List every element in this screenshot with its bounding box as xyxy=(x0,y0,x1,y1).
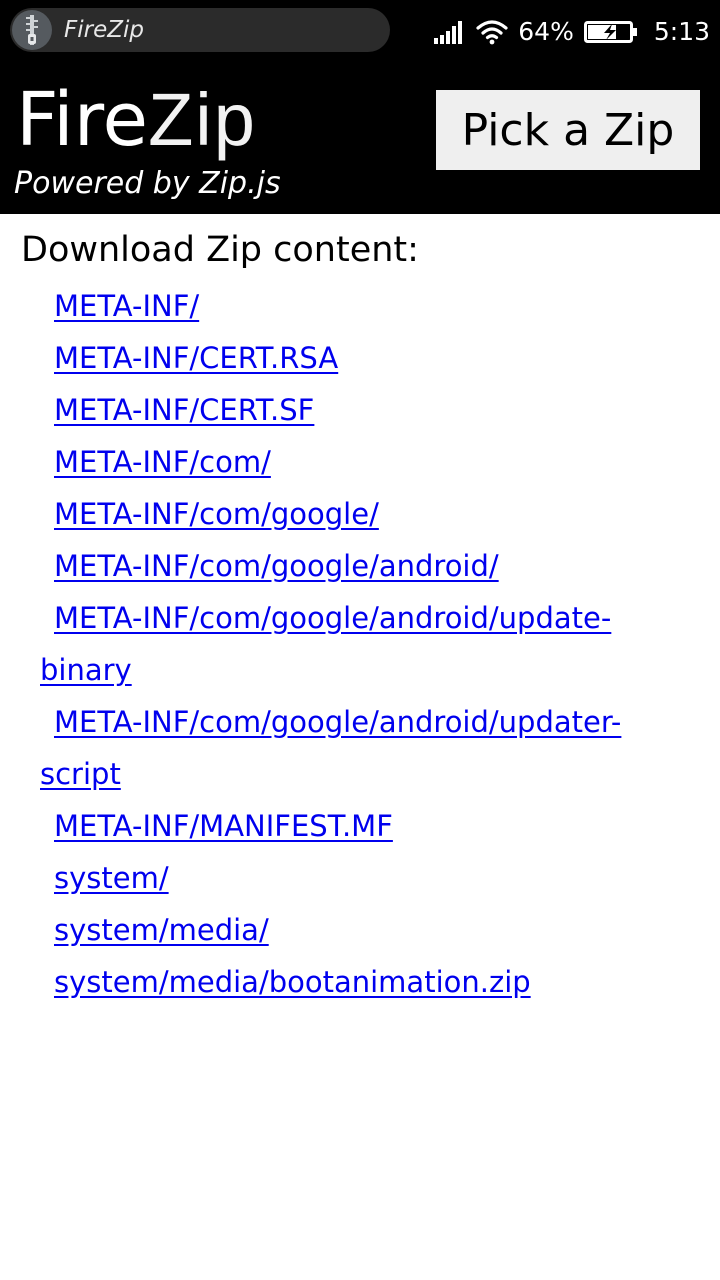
list-item: META-INF/com/google/android/updater-scri… xyxy=(40,696,670,800)
file-link[interactable]: META-INF/com/google/ xyxy=(54,497,379,531)
list-item: META-INF/com/ xyxy=(40,436,670,488)
file-link[interactable]: META-INF/ xyxy=(54,289,199,323)
list-item: META-INF/CERT.SF xyxy=(40,384,670,436)
logo-zip-text: Zip xyxy=(148,78,257,161)
app-logo: FireZip xyxy=(16,78,257,162)
list-item: system/ xyxy=(40,852,670,904)
status-bar: FireZip 64% 5:13 xyxy=(0,0,720,64)
pick-zip-button[interactable]: Pick a Zip xyxy=(436,90,700,170)
zipper-icon xyxy=(12,10,52,50)
file-link[interactable]: META-INF/com/ xyxy=(54,445,271,479)
clock: 5:13 xyxy=(653,17,710,46)
battery-icon xyxy=(583,21,637,43)
file-list: META-INF/ META-INF/CERT.RSA META-INF/CER… xyxy=(40,280,670,1008)
app-header: FireZip Powered by Zip.js Pick a Zip xyxy=(0,64,720,214)
file-link[interactable]: META-INF/com/google/android/update-binar… xyxy=(40,601,611,687)
notification-pill[interactable]: FireZip xyxy=(10,8,390,52)
list-item: system/media/ xyxy=(40,904,670,956)
list-item: META-INF/com/google/android/update-binar… xyxy=(40,592,670,696)
file-link[interactable]: system/media/ xyxy=(54,913,269,947)
logo-fire-text: Fire xyxy=(16,77,149,163)
file-link[interactable]: META-INF/CERT.SF xyxy=(54,393,314,427)
signal-icon xyxy=(434,21,463,44)
notification-title: FireZip xyxy=(64,17,144,43)
list-item: META-INF/com/google/android/ xyxy=(40,540,670,592)
file-link[interactable]: META-INF/com/google/android/updater-scri… xyxy=(40,705,621,791)
app-subtitle: Powered by Zip.js xyxy=(14,166,281,201)
content-heading: Download Zip content: xyxy=(21,230,419,270)
list-item: META-INF/MANIFEST.MF xyxy=(40,800,670,852)
file-link[interactable]: META-INF/MANIFEST.MF xyxy=(54,809,393,843)
battery-percent: 64% xyxy=(518,17,574,46)
wifi-icon xyxy=(476,20,508,45)
list-item: META-INF/ xyxy=(40,280,670,332)
list-item: META-INF/com/google/ xyxy=(40,488,670,540)
file-link[interactable]: system/ xyxy=(54,861,169,895)
status-icons: 64% 5:13 xyxy=(434,0,710,64)
file-link[interactable]: system/media/bootanimation.zip xyxy=(54,965,531,999)
list-item: META-INF/CERT.RSA xyxy=(40,332,670,384)
file-link[interactable]: META-INF/com/google/android/ xyxy=(54,549,499,583)
file-link[interactable]: META-INF/CERT.RSA xyxy=(54,341,338,375)
list-item: system/media/bootanimation.zip xyxy=(40,956,670,1008)
